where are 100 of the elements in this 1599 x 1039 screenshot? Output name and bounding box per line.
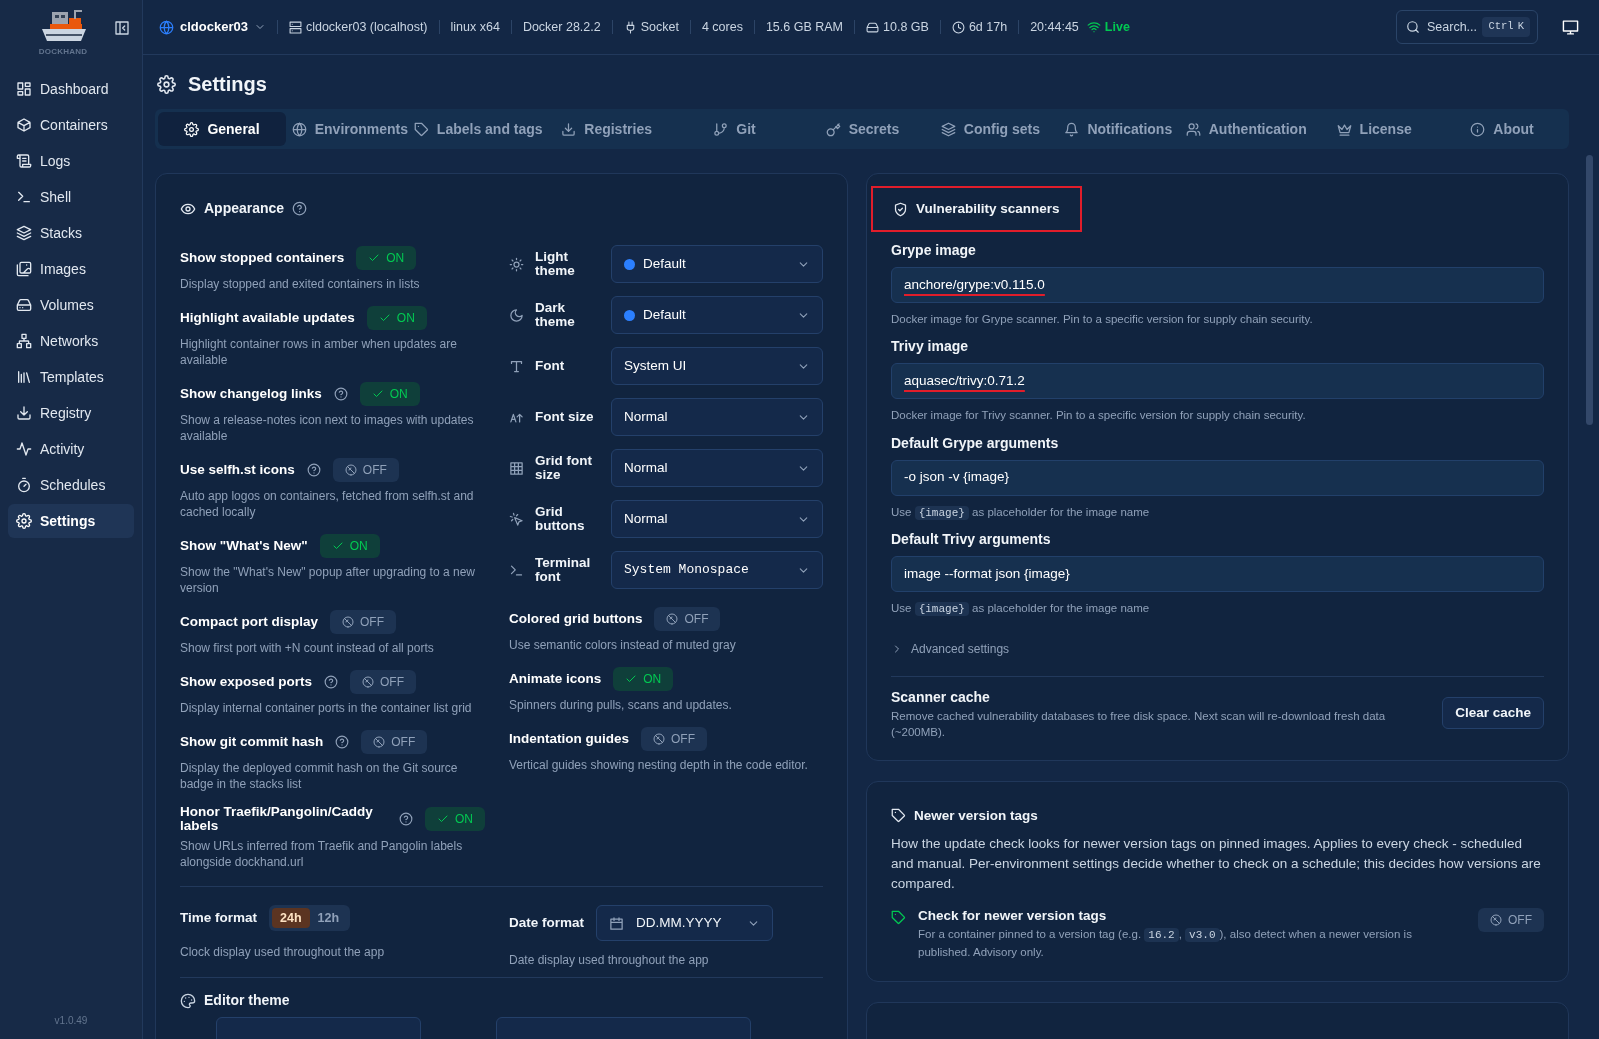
input-field[interactable]: -o json -v {image} [891, 459, 1544, 496]
nav-item[interactable]: Registry [8, 396, 134, 430]
tab[interactable]: Secrets [798, 112, 927, 146]
select-field[interactable]: System Monospace [611, 551, 823, 589]
status-info: cldocker03 (localhost) [288, 17, 428, 37]
tab[interactable]: Config sets [926, 112, 1055, 146]
tab[interactable]: About [1438, 112, 1567, 146]
toggle-button[interactable]: ON [359, 382, 420, 406]
select-field[interactable]: Default [611, 296, 823, 334]
nav-item[interactable]: Schedules [8, 468, 134, 502]
nav-item[interactable]: Networks [8, 324, 134, 358]
nav-item[interactable]: Containers [8, 108, 134, 142]
setting-description: For a container pinned to a version tag (e.g. 16.2 , v3.0 ), also detect when a newer version is published. Advisory only. [918, 927, 1413, 960]
tab[interactable]: General [158, 112, 286, 146]
setting-description: Show the "What's New" popup after upgrading to a new version [180, 564, 476, 596]
setting-label: Use selfh.st icons [180, 463, 295, 477]
section-title: Newer version tags [914, 806, 1038, 825]
select-field[interactable]: Default [611, 245, 823, 283]
section-title: Editor theme [204, 991, 290, 1010]
advanced-settings-toggle[interactable]: Advanced settings [891, 639, 1010, 658]
toggle-button[interactable]: ON [366, 306, 427, 330]
status-info: 20:44:45 [1030, 18, 1079, 36]
nav-item[interactable]: Logs [8, 144, 134, 178]
status-info: Docker 28.2.2 [522, 18, 601, 36]
setting-label: Show git commit hash [180, 735, 324, 749]
toggle-button[interactable]: ON [319, 534, 380, 558]
setting-description: Show first port with +N count instead of all ports [180, 640, 435, 656]
toggle-button[interactable]: OFF [330, 610, 397, 634]
status-info: 15.6 GB RAM [765, 18, 844, 36]
tab[interactable]: Notifications [1054, 112, 1183, 146]
setting-label: Show exposed ports [180, 675, 313, 689]
setting-label: Show changelog links [180, 387, 322, 401]
toggle-button[interactable]: OFF [1478, 907, 1544, 932]
status-info: 10.8 GB [866, 17, 929, 37]
setting-label: Show "What's New" [180, 539, 308, 553]
input-field[interactable]: image --format json {image} [891, 556, 1544, 592]
setting-label: Check for newer version tags [918, 906, 1108, 925]
setting-label: Time format [180, 908, 258, 927]
section-title: Vulnerability scanners [916, 199, 1060, 218]
nav-item[interactable]: Volumes [8, 288, 134, 322]
toggle-button[interactable]: OFF [350, 670, 417, 694]
select-field[interactable]: DD.MM.YYYY [596, 905, 773, 941]
tab[interactable]: Environments [285, 112, 414, 146]
toggle-button[interactable]: ON [356, 246, 417, 270]
section-description: How the update check looks for newer version tags on pinned images. Applies to every check - scheduled and manual. Per-environment settings decide whether to check on a schedule; this decides how versions are compared. [891, 834, 1542, 893]
setting-description: Remove cached vulnerability databases to free disk space. Next scan will re-download fresh data (~200MB). [891, 708, 1387, 740]
tab[interactable]: Labels and tags [413, 112, 543, 146]
status-info: Socket [623, 17, 679, 37]
select-field[interactable]: Normal [611, 398, 823, 436]
page-title: Settings [188, 72, 267, 97]
nav-item[interactable]: Shell [8, 180, 134, 214]
section-title: Appearance [204, 199, 285, 218]
nav-item[interactable]: Activity [8, 432, 134, 466]
setting-label: Honor Traefik/Pangolin/Caddy labels [180, 805, 374, 833]
setting-label: Font size [535, 410, 595, 424]
field-label: Default Grype arguments [891, 433, 1060, 453]
nav-item[interactable]: Images [8, 252, 134, 286]
field-hint: Docker image for Grype scanner. Pin to a specific version for supply chain security. [891, 312, 1314, 327]
status-info: 4 cores [701, 18, 743, 36]
status-info: 6d 17h [951, 17, 1008, 37]
field-hint: Use {image} as placeholder for the image name [891, 601, 1151, 618]
setting-label: Date format [509, 913, 584, 932]
setting-description: Display stopped and exited containers in lists [180, 276, 421, 292]
nav-item[interactable]: Stacks [8, 216, 134, 250]
input-field[interactable]: anchore/grype:v0.115.0 [891, 267, 1544, 303]
setting-description: Display the deployed commit hash on the Git source badge in the stacks list [180, 760, 459, 792]
setting-label: Light theme [535, 250, 576, 278]
toggle-button[interactable]: ON [425, 807, 485, 831]
nav-item[interactable]: Dashboard [8, 72, 134, 106]
toggle-button[interactable]: OFF [361, 730, 428, 754]
input-field[interactable]: aquasec/trivy:0.71.2 [891, 363, 1544, 400]
tab[interactable]: License [1310, 112, 1439, 146]
nav-item[interactable]: Settings [8, 504, 134, 538]
select-field[interactable]: Normal [611, 500, 823, 538]
setting-label: Colored grid buttons [509, 612, 643, 626]
nav-item[interactable]: Templates [8, 360, 134, 394]
clear-cache-button[interactable]: Clear cache [1442, 697, 1544, 729]
setting-label: Grid buttons [535, 505, 586, 533]
setting-label: Grid font size [535, 454, 593, 482]
tab[interactable]: Registries [542, 112, 671, 146]
segment-option[interactable]: 12h [309, 908, 348, 928]
status-info: linux x64 [450, 18, 500, 36]
setting-label: Scanner cache [891, 687, 991, 707]
shortcut-hint: Ctrl K [1482, 17, 1530, 37]
setting-description: Display internal container ports in the container list grid [180, 700, 473, 716]
setting-description: Use semantic colors instead of muted gray [509, 637, 737, 653]
toggle-button[interactable]: OFF [654, 607, 721, 631]
setting-label: Animate icons [509, 672, 602, 686]
setting-label: Font [535, 359, 566, 373]
select-field[interactable]: System UI [611, 347, 823, 385]
toggle-button[interactable]: OFF [332, 458, 399, 482]
toggle-button[interactable]: OFF [641, 727, 707, 751]
tab[interactable]: Git [670, 112, 799, 146]
field-label: Grype image [891, 241, 977, 260]
setting-description: Vertical guides showing nesting depth in the code editor. [509, 757, 809, 773]
select-field[interactable]: Normal [611, 449, 823, 487]
tab[interactable]: Authentication [1182, 112, 1311, 146]
environment-selector[interactable]: cldocker03 [159, 17, 266, 37]
segment-option[interactable]: 24h [272, 908, 310, 928]
toggle-button[interactable]: ON [613, 667, 674, 691]
